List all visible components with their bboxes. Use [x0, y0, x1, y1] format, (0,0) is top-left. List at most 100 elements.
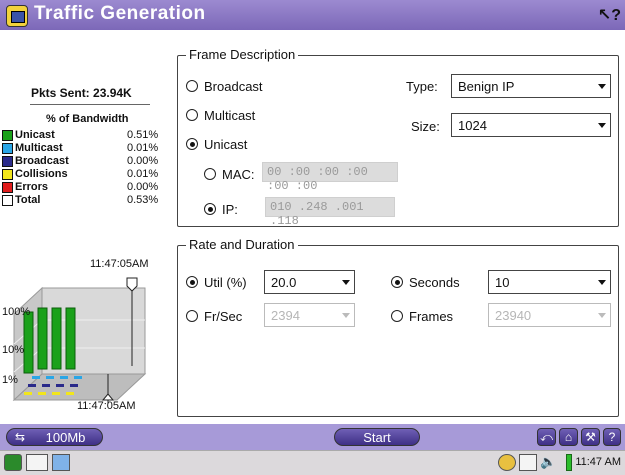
mac-field[interactable]: 00 :00 :00 :00 :00 :00: [262, 162, 398, 193]
rate-duration-legend: Rate and Duration: [186, 237, 298, 252]
title-bar: Traffic Generation ↖?: [0, 0, 625, 30]
taskbar: 🔈 11:47 AM: [0, 450, 625, 475]
stat-row-total: Total 0.53%: [2, 194, 162, 207]
frames-value: 23940: [495, 308, 532, 323]
total-swatch: [2, 195, 13, 206]
speed-label: 100Mb: [45, 430, 86, 445]
y-label-100: 100%: [2, 306, 31, 318]
frames-select[interactable]: 23940: [488, 303, 611, 327]
broadcast-radio[interactable]: Broadcast: [186, 79, 263, 94]
radio-dot: [186, 80, 198, 92]
frames-radio[interactable]: Frames: [391, 309, 453, 324]
stat-value: 0.01%: [127, 168, 159, 180]
seconds-value: 10: [495, 275, 510, 290]
start-menu-icon[interactable]: [4, 454, 22, 471]
chevron-down-icon: [342, 280, 350, 285]
start-label: Start: [363, 430, 391, 445]
stat-value: 0.53%: [127, 194, 159, 206]
size-label: Size:: [411, 119, 440, 134]
start-button[interactable]: Start: [334, 428, 420, 446]
collisions-swatch: [2, 169, 13, 180]
unicast-radio[interactable]: Unicast: [186, 137, 247, 152]
keyboard-icon[interactable]: [26, 454, 48, 471]
stat-row-broadcast: Broadcast 0.00%: [2, 155, 162, 168]
stat-value: 0.00%: [127, 181, 159, 193]
seconds-label: Seconds: [409, 275, 460, 290]
chevron-down-icon: [598, 84, 606, 89]
broadcast-label: Broadcast: [204, 79, 263, 94]
bandwidth-header: % of Bandwidth: [46, 113, 129, 125]
stat-value: 0.01%: [127, 142, 159, 154]
stat-row-unicast: Unicast 0.51%: [2, 129, 162, 142]
home-icon[interactable]: ⌂: [559, 428, 578, 446]
frsec-label: Fr/Sec: [204, 309, 243, 324]
unicast-label: Unicast: [204, 137, 248, 152]
divider: [30, 104, 150, 105]
speaker-icon[interactable]: 🔈: [540, 454, 558, 471]
size-select[interactable]: 1024: [451, 113, 611, 137]
util-radio[interactable]: Util (%): [186, 275, 247, 290]
bandwidth-chart-graphic: [12, 277, 147, 404]
type-label: Type:: [406, 79, 438, 94]
frsec-select[interactable]: 2394: [264, 303, 355, 327]
stat-label: Multicast: [15, 142, 63, 154]
radio-dot: [186, 109, 198, 121]
app-icon: [6, 5, 28, 27]
radio-dot-selected: [186, 138, 198, 150]
seconds-select[interactable]: 10: [488, 270, 611, 294]
multicast-radio[interactable]: Multicast: [186, 108, 255, 123]
radio-dot-selected: [391, 276, 403, 288]
stat-label: Total: [15, 194, 41, 206]
y-label-10: 10%: [2, 344, 25, 356]
broadcast-swatch: [2, 156, 13, 167]
stat-row-errors: Errors 0.00%: [2, 181, 162, 194]
ip-label: IP:: [222, 202, 238, 217]
chart-time-bottom: 11:47:05AM: [77, 400, 136, 412]
radio-dot-selected: [186, 276, 198, 288]
chevron-down-icon: [598, 313, 606, 318]
frame-description-legend: Frame Description: [186, 47, 299, 62]
stat-label: Unicast: [15, 129, 55, 141]
page-title: Traffic Generation: [34, 3, 206, 24]
radio-dot: [391, 310, 403, 322]
search-icon[interactable]: [498, 454, 516, 471]
help-icon[interactable]: ?: [603, 428, 621, 446]
chevron-down-icon: [598, 123, 606, 128]
help-cursor-icon[interactable]: ↖?: [598, 5, 621, 25]
speed-button[interactable]: ⇆ 100Mb: [6, 428, 103, 446]
multicast-label: Multicast: [204, 108, 256, 123]
clipboard-icon[interactable]: [519, 454, 537, 471]
ip-field[interactable]: 010 .248 .001 .118: [265, 197, 395, 228]
chevron-down-icon: [342, 313, 350, 318]
type-select[interactable]: Benign IP: [451, 74, 611, 98]
command-bar: ⇆ 100Mb Start ⤺ ⌂ ⚒ ?: [0, 424, 625, 450]
radio-dot-selected: [204, 203, 216, 215]
util-select[interactable]: 20.0: [264, 270, 355, 294]
bandwidth-chart: [0, 256, 168, 416]
radio-dot: [204, 168, 216, 180]
errors-swatch: [2, 182, 13, 193]
util-label: Util (%): [204, 275, 247, 290]
chevron-down-icon: [598, 280, 606, 285]
battery-icon[interactable]: [566, 454, 572, 471]
seconds-radio[interactable]: Seconds: [391, 275, 460, 290]
radio-dot: [186, 310, 198, 322]
stat-label: Broadcast: [15, 155, 69, 167]
frames-label: Frames: [409, 309, 454, 324]
packets-sent: Pkts Sent: 23.94K: [31, 86, 132, 100]
size-value: 1024: [458, 118, 487, 133]
mac-radio[interactable]: MAC:: [204, 167, 255, 182]
ip-radio[interactable]: IP:: [204, 202, 238, 217]
frsec-radio[interactable]: Fr/Sec: [186, 309, 242, 324]
mac-label: MAC:: [222, 167, 255, 182]
frsec-value: 2394: [271, 308, 300, 323]
stat-label: Collisions: [15, 168, 68, 180]
y-label-1: 1%: [2, 374, 18, 386]
back-icon[interactable]: ⤺: [537, 428, 556, 446]
stat-label: Errors: [15, 181, 49, 193]
window-icon[interactable]: [52, 454, 70, 471]
tools-icon[interactable]: ⚒: [581, 428, 600, 446]
network-icon: ⇆: [15, 430, 26, 444]
stat-row-collisions: Collisions 0.01%: [2, 168, 162, 181]
util-value: 20.0: [271, 275, 297, 290]
